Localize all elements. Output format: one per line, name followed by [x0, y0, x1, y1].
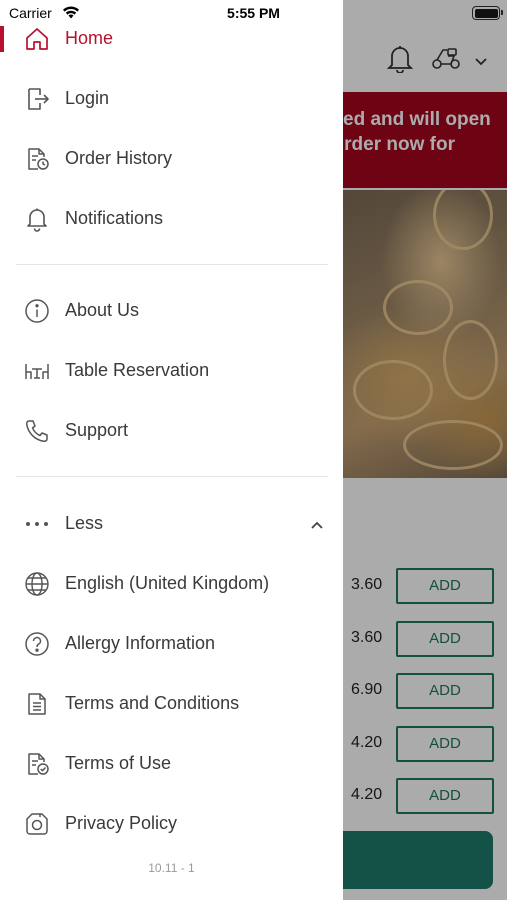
menu-item-label: Order History	[65, 148, 173, 168]
phone-icon	[24, 418, 50, 444]
menu-item-terms-of-use[interactable]: Terms of Use	[0, 739, 343, 787]
menu-item-privacy-policy[interactable]: Privacy Policy	[0, 799, 343, 847]
info-icon	[24, 298, 50, 324]
menu-item-allergy-information[interactable]: Allergy Information	[0, 619, 343, 667]
more-dots-icon	[24, 511, 50, 537]
menu-item-label: Terms of Use	[65, 753, 172, 773]
order-history-icon	[24, 146, 50, 172]
privacy-icon	[24, 811, 50, 837]
bell-icon	[24, 206, 50, 232]
menu-item-label: Login	[65, 88, 110, 108]
chevron-up-icon	[310, 517, 324, 535]
menu-item-support[interactable]: Support	[0, 406, 343, 454]
menu-item-label: About Us	[65, 300, 140, 320]
menu-item-language[interactable]: English (United Kingdom)	[0, 559, 343, 607]
menu-item-terms-and-conditions[interactable]: Terms and Conditions	[0, 679, 343, 727]
menu-divider	[16, 264, 328, 265]
app-version: 10.11 - 1	[148, 861, 195, 875]
menu-item-login[interactable]: Login	[0, 74, 343, 122]
login-icon	[24, 86, 50, 112]
menu-divider	[16, 476, 328, 477]
status-bar: Carrier 5:55 PM	[0, 0, 507, 28]
battery-icon	[472, 6, 503, 20]
question-icon	[24, 631, 50, 657]
menu-item-label: Less	[65, 513, 104, 533]
drawer-scrim[interactable]	[343, 0, 507, 900]
menu-item-label: Support	[65, 420, 129, 440]
menu-item-about-us[interactable]: About Us	[0, 286, 343, 334]
menu-item-label: Allergy Information	[65, 633, 216, 653]
menu-item-order-history[interactable]: Order History	[0, 134, 343, 182]
menu-item-label: Table Reservation	[65, 360, 210, 380]
table-reservation-icon	[24, 358, 50, 384]
clock: 5:55 PM	[227, 5, 280, 21]
globe-icon	[24, 571, 50, 597]
menu-item-table-reservation[interactable]: Table Reservation	[0, 346, 343, 394]
document-icon	[24, 691, 50, 717]
navigation-drawer: Home Login Order History Notifications A…	[0, 0, 343, 900]
menu-item-label: Terms and Conditions	[65, 693, 240, 713]
home-icon	[24, 26, 50, 52]
menu-item-label: Notifications	[65, 208, 164, 228]
menu-item-notifications[interactable]: Notifications	[0, 194, 343, 242]
menu-item-less[interactable]: Less	[0, 499, 343, 547]
menu-item-label: Home	[65, 28, 114, 48]
menu-item-label: Privacy Policy	[65, 813, 178, 833]
menu-item-label: English (United Kingdom)	[65, 573, 270, 593]
document-check-icon	[24, 751, 50, 777]
